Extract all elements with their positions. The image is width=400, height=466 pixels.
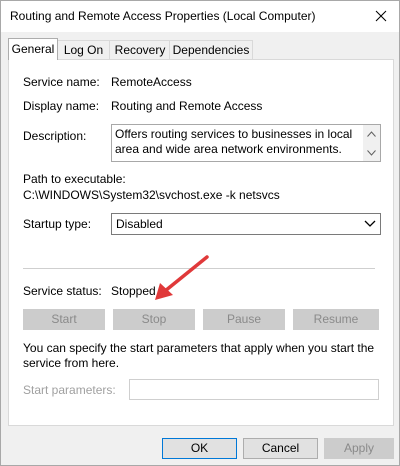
pause-button[interactable]: Pause <box>203 309 285 330</box>
tab-dependencies[interactable]: Dependencies <box>169 40 253 59</box>
description-box[interactable]: Offers routing services to businesses in… <box>111 124 381 162</box>
stop-button[interactable]: Stop <box>113 309 195 330</box>
chevron-up-icon <box>367 130 376 137</box>
path-value: C:\WINDOWS\System32\svchost.exe -k netsv… <box>23 188 280 202</box>
service-status-label: Service status: <box>23 284 102 298</box>
service-name-value: RemoteAccess <box>111 75 192 89</box>
service-status-value: Stopped <box>111 284 156 298</box>
description-scrollbar[interactable] <box>363 125 380 161</box>
scroll-down-button[interactable] <box>363 144 380 161</box>
display-name-label: Display name: <box>23 99 100 113</box>
start-parameters-input[interactable] <box>129 379 379 400</box>
properties-dialog: Routing and Remote Access Properties (Lo… <box>0 0 400 466</box>
start-button[interactable]: Start <box>23 309 105 330</box>
startup-type-value: Disabled <box>116 217 163 231</box>
tab-log-on[interactable]: Log On <box>56 40 111 59</box>
chevron-down-icon <box>364 220 376 227</box>
tab-general[interactable]: General <box>8 38 58 60</box>
apply-button[interactable]: Apply <box>324 438 394 459</box>
scroll-up-button[interactable] <box>363 125 380 142</box>
dialog-footer: OK Cancel Apply <box>1 425 399 465</box>
tab-recovery[interactable]: Recovery <box>109 40 171 59</box>
resume-button[interactable]: Resume <box>293 309 379 330</box>
start-parameters-label: Start parameters: <box>23 383 116 397</box>
path-label: Path to executable: <box>23 172 126 186</box>
cancel-button[interactable]: Cancel <box>243 438 318 459</box>
startup-type-label: Startup type: <box>23 217 92 231</box>
title-bar: Routing and Remote Access Properties (Lo… <box>1 1 399 32</box>
description-text: Offers routing services to businesses in… <box>115 127 353 156</box>
ok-button[interactable]: OK <box>162 438 237 459</box>
window-title: Routing and Remote Access Properties (Lo… <box>10 9 316 23</box>
close-button[interactable] <box>369 4 393 28</box>
help-text: You can specify the start parameters tha… <box>23 341 375 370</box>
description-label: Description: <box>23 129 87 143</box>
display-name-value: Routing and Remote Access <box>111 99 263 113</box>
close-icon <box>375 10 387 22</box>
chevron-down-icon <box>367 149 376 156</box>
red-arrow-icon <box>155 255 209 300</box>
general-tab-panel: Service name: RemoteAccess Display name:… <box>8 59 394 426</box>
service-name-label: Service name: <box>23 75 100 89</box>
startup-type-select[interactable]: Disabled <box>111 213 381 235</box>
